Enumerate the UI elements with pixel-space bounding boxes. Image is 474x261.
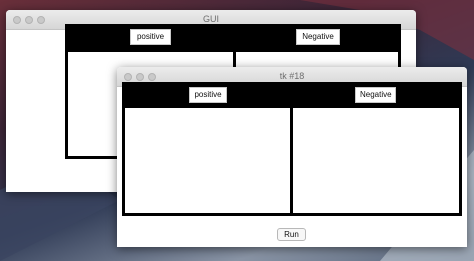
gui-positive-button[interactable]: positive	[130, 29, 171, 45]
tk-negative-panel	[290, 105, 462, 216]
gui-negative-button[interactable]: Negative	[296, 29, 340, 45]
tk-negative-button[interactable]: Negative	[355, 87, 396, 103]
window-title: tk #18	[279, 71, 305, 81]
run-button[interactable]: Run	[277, 228, 306, 241]
tk-positive-panel	[122, 105, 293, 216]
tk-positive-button[interactable]: positive	[189, 87, 227, 103]
tk-window: tk #18 positive Negative Run	[117, 67, 467, 247]
window-title: GUI	[202, 14, 219, 24]
